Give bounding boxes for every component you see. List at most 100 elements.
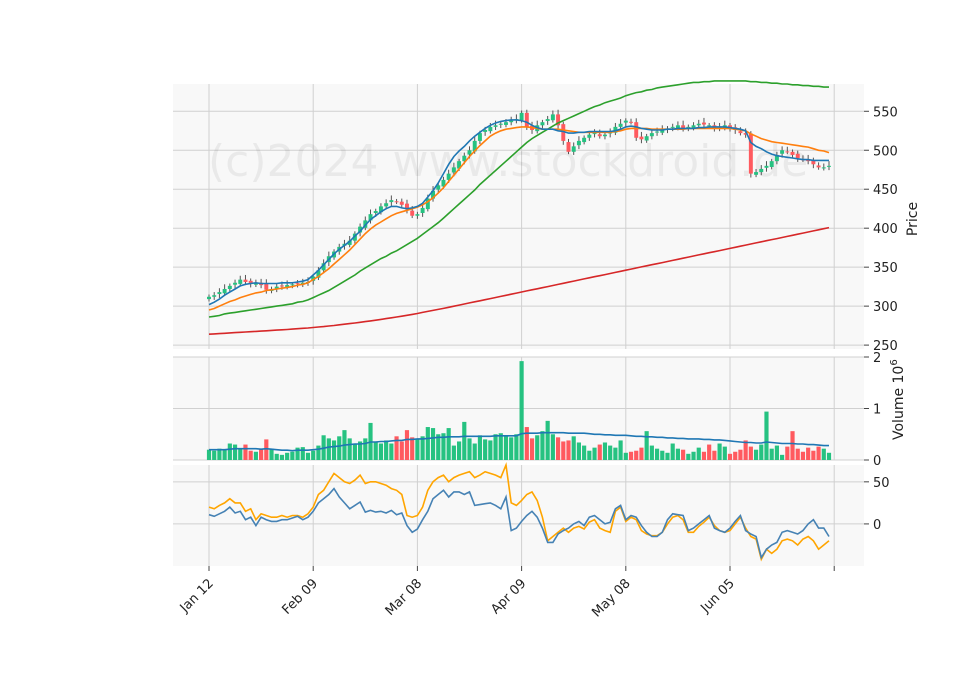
- volume-bar: [446, 428, 451, 460]
- volume-bar: [561, 441, 566, 460]
- volume-bar: [665, 452, 670, 460]
- volume-bar: [243, 444, 248, 460]
- candle-body: [503, 122, 508, 125]
- volume-bar: [451, 445, 456, 460]
- candle-body: [238, 279, 243, 284]
- volume-bar: [488, 440, 493, 460]
- volume-bar: [311, 450, 316, 460]
- volume-bar: [660, 450, 665, 460]
- candle-body: [769, 161, 774, 168]
- volume-bar: [608, 445, 613, 460]
- volume-bar: [430, 428, 436, 460]
- candle-body: [373, 211, 378, 213]
- volume-bar: [540, 431, 545, 460]
- volume-bar: [696, 447, 701, 460]
- volume-bar: [555, 437, 561, 460]
- candle-body: [295, 283, 300, 285]
- volume-bar: [811, 450, 816, 460]
- candle-body: [290, 284, 295, 286]
- volume-bar: [592, 447, 597, 460]
- volume-bar: [727, 453, 733, 460]
- volume-bar: [806, 447, 811, 460]
- volume-bar: [790, 431, 795, 460]
- volume-bar: [477, 435, 483, 460]
- volume-bar: [545, 420, 550, 460]
- candle-body: [524, 112, 529, 127]
- volume-bar: [462, 421, 467, 460]
- candle-body: [264, 283, 269, 290]
- volume-bar: [331, 440, 337, 460]
- volume-bar: [285, 452, 290, 460]
- volume-bar: [785, 446, 790, 460]
- volume-bar: [300, 447, 305, 460]
- candle-body: [207, 296, 211, 300]
- x-tick-label: Mar 08: [383, 576, 426, 619]
- volume-bar: [503, 436, 509, 460]
- volume-bar: [347, 438, 352, 460]
- volume-bar: [707, 444, 712, 460]
- volume-bar: [550, 434, 555, 460]
- candle-body: [582, 137, 587, 143]
- candle-body: [217, 292, 222, 295]
- candle-body: [410, 210, 415, 216]
- candle-body: [222, 288, 227, 294]
- oscillator-y-tick-label: 50: [873, 476, 890, 491]
- x-tick-label: Jan 12: [177, 576, 217, 616]
- candle-body: [571, 146, 576, 152]
- candle-body: [243, 279, 248, 282]
- price-y-tick-label: 550: [873, 105, 898, 120]
- x-tick-label: Feb 09: [280, 576, 322, 618]
- volume-bar: [774, 445, 779, 460]
- candle-body: [696, 123, 701, 126]
- volume-bar: [399, 441, 404, 460]
- volume-bar: [420, 436, 425, 460]
- candle-body: [623, 120, 628, 123]
- volume-bar: [529, 438, 535, 460]
- volume-bar: [472, 443, 477, 460]
- volume-bar: [389, 443, 394, 460]
- candle-body: [566, 142, 571, 152]
- volume-bar: [498, 433, 503, 460]
- volume-bar: [582, 445, 587, 460]
- price-y-tick-label: 500: [873, 144, 898, 159]
- volume-bar: [509, 437, 514, 460]
- candle-body: [389, 200, 394, 203]
- candle-body: [634, 122, 639, 138]
- price-y-tick-label: 400: [873, 222, 898, 237]
- volume-y-tick-label: 1: [873, 403, 881, 418]
- volume-bar: [378, 443, 384, 460]
- volume-bar: [259, 448, 264, 460]
- volume-bar: [753, 449, 759, 460]
- volume-bar: [576, 442, 581, 460]
- volume-bar: [654, 448, 660, 460]
- volume-bar: [384, 440, 389, 460]
- volume-bar: [597, 444, 602, 460]
- candle-body: [399, 201, 404, 205]
- volume-bar: [269, 448, 274, 460]
- candle-body: [821, 167, 826, 169]
- x-tick-label: May 08: [589, 576, 633, 620]
- volume-bar: [232, 444, 238, 460]
- volume-bar: [701, 451, 707, 460]
- volume-bar: [780, 454, 785, 460]
- volume-bar: [274, 453, 279, 460]
- volume-bar: [316, 445, 321, 460]
- volume-bar: [795, 448, 800, 460]
- candle-body: [233, 282, 238, 285]
- candle-body: [519, 112, 524, 121]
- volume-bar: [373, 442, 378, 460]
- volume-bar: [222, 449, 227, 460]
- x-tick-label: Apr 09: [488, 576, 529, 617]
- price-y-tick-label: 350: [873, 261, 898, 276]
- volume-bar: [253, 451, 258, 460]
- volume-bar: [670, 443, 675, 460]
- volume-bar: [733, 451, 738, 460]
- volume-bar: [628, 451, 634, 460]
- candle-body: [545, 119, 550, 122]
- candle-body: [629, 121, 633, 123]
- volume-bar: [238, 448, 243, 460]
- volume-bar: [759, 444, 764, 460]
- candle-body: [415, 214, 420, 216]
- volume-bar: [305, 452, 311, 460]
- candle-body: [644, 136, 649, 141]
